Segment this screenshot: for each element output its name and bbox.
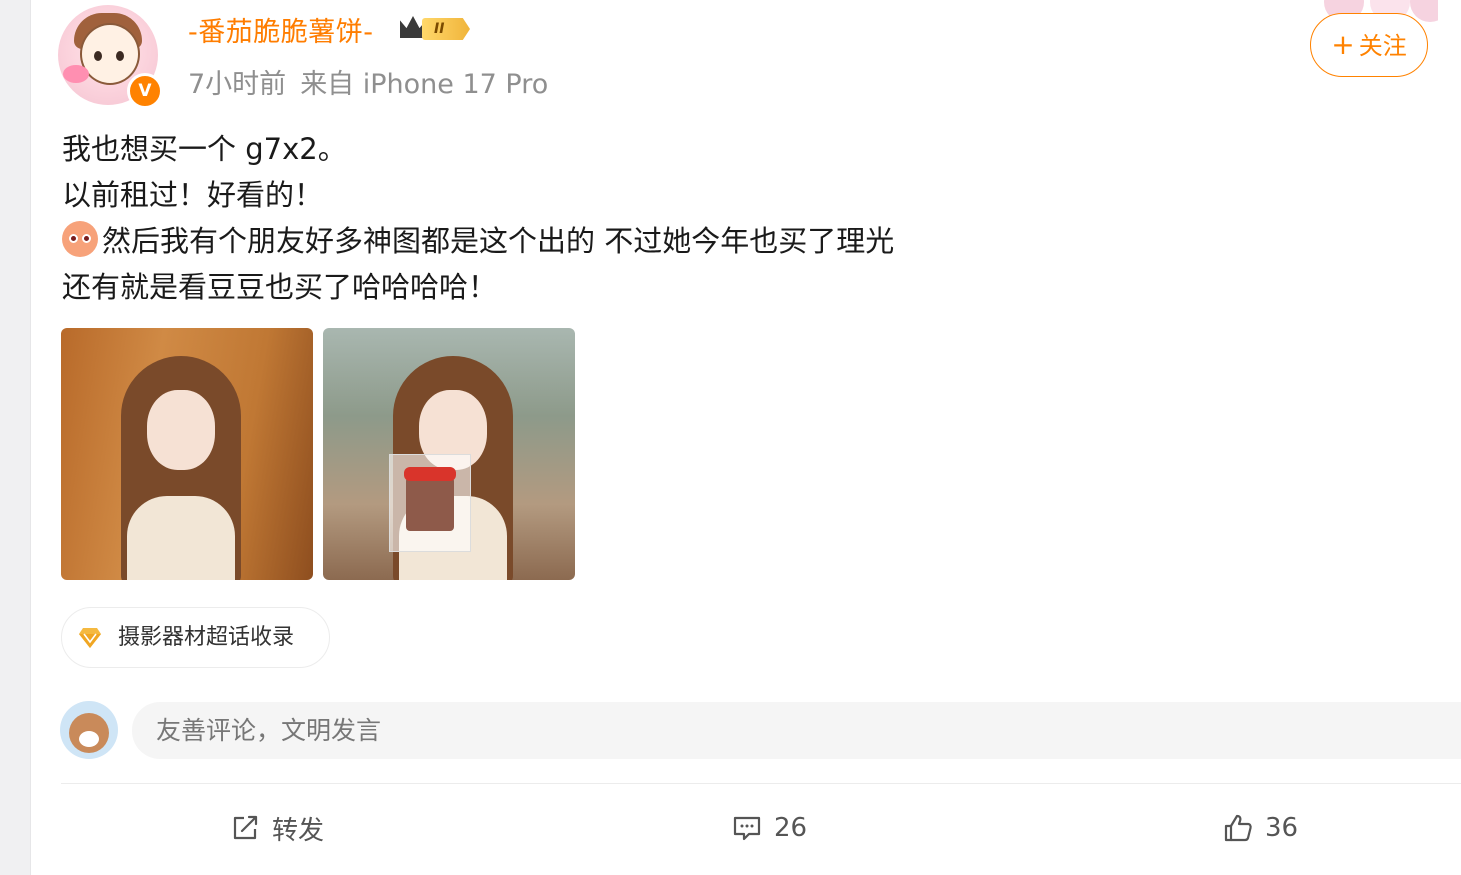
post-source: 来自 iPhone 17 Pro (300, 69, 549, 100)
avatar-bow (63, 65, 89, 83)
post-line-3: 然后我有个朋友好多神图都是这个出的 不过她今年也买了理光 (62, 218, 1262, 264)
verified-badge-icon: V (127, 73, 163, 109)
left-panel-edge (0, 0, 31, 875)
author-name[interactable]: -番茄脆脆薯饼- (188, 10, 374, 49)
super-topic-tag[interactable]: 摄影器材超话收录 (61, 607, 330, 668)
diamond-icon (78, 627, 102, 649)
current-user-avatar[interactable] (60, 701, 118, 759)
thumbs-up-icon (1224, 814, 1252, 842)
follow-button[interactable]: + 关注 (1310, 13, 1428, 77)
member-level-badge[interactable]: II (400, 14, 476, 42)
repost-button[interactable]: 转发 (230, 808, 324, 848)
avatar-eye-left (94, 51, 102, 61)
post-line-2: 以前租过！好看的！ (62, 178, 324, 212)
post-image-2[interactable] (323, 328, 575, 580)
post-line-1: 我也想买一个 g7x2。 (62, 132, 347, 166)
like-count: 36 (1265, 813, 1299, 843)
level-label: II (422, 18, 470, 40)
cake-box (389, 454, 471, 552)
post-time[interactable]: 7小时前 (188, 69, 286, 100)
comment-bubble-icon (733, 816, 761, 841)
divider (61, 783, 1461, 784)
photo-person (121, 356, 241, 580)
avatar-face (80, 23, 140, 85)
follow-label: 关注 (1358, 32, 1407, 60)
post-line-3-text: 然后我有个朋友好多神图都是这个出的 不过她今年也买了理光 (102, 224, 895, 258)
avatar-eye-right (116, 51, 124, 61)
comment-input[interactable] (132, 702, 1461, 759)
post-image-1[interactable] (61, 328, 313, 580)
post-text: 我也想买一个 g7x2。 以前租过！好看的！ 然后我有个朋友好多神图都是这个出的… (62, 126, 1262, 310)
comment-count: 26 (774, 813, 808, 843)
plus-icon: + (1331, 28, 1355, 61)
like-button[interactable]: 36 (1223, 808, 1298, 848)
share-edit-icon (233, 815, 258, 840)
post-line-4: 还有就是看豆豆也买了哈哈哈哈！ (62, 270, 498, 304)
comment-button[interactable]: 26 (732, 808, 807, 848)
emoji-face-icon (62, 221, 98, 257)
post-meta: 7小时前 来自 iPhone 17 Pro (188, 62, 548, 101)
weibo-post-card: V -番茄脆脆薯饼- II 7小时前 来自 iPhone 17 Pro + 关注 我… (0, 0, 1461, 875)
topic-tag-label: 摄影器材超话收录 (118, 625, 295, 650)
repost-label: 转发 (272, 815, 325, 846)
